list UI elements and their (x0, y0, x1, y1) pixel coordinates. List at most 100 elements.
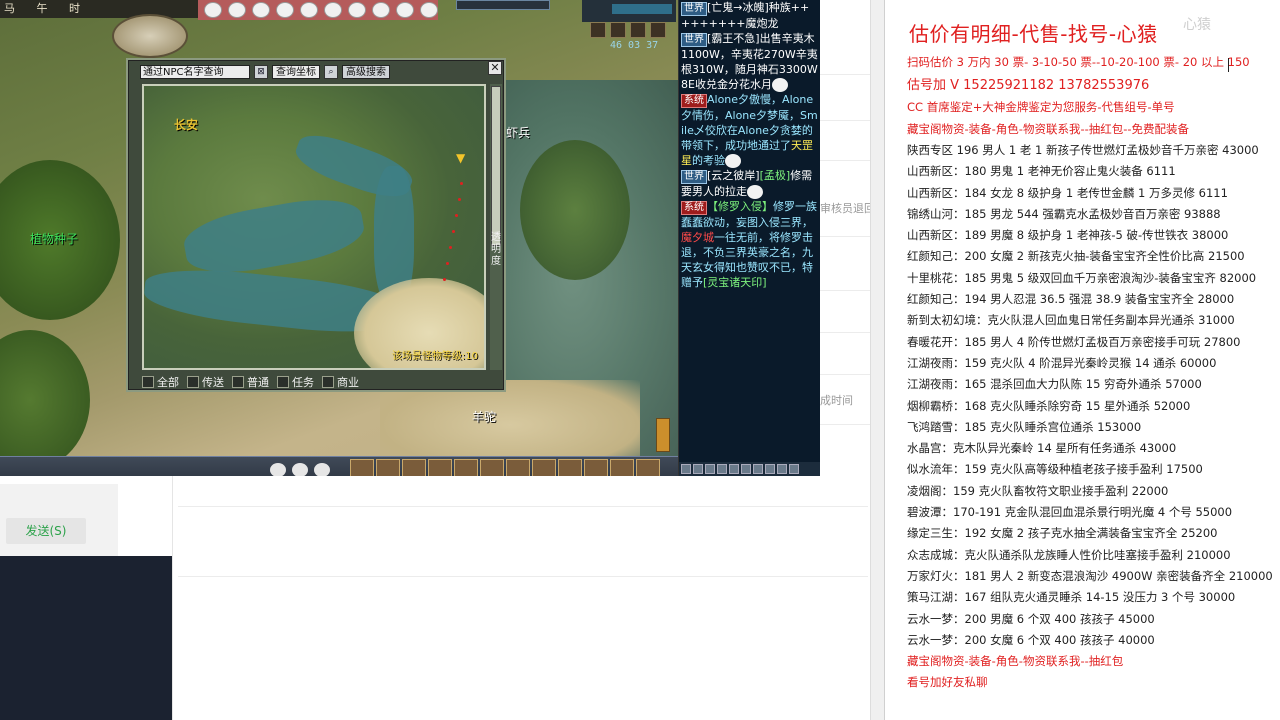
divider (178, 576, 868, 577)
notes-line: 策马江湖：167 组队克火通灵睡杀 14-15 没压力 3 个号 30000 (907, 590, 1236, 605)
search-icon[interactable]: ⊠ (254, 65, 268, 79)
filter-label: 全部 (157, 376, 179, 389)
dark-panel (0, 556, 172, 720)
divider (820, 160, 870, 161)
filter-teleport[interactable]: 传送 (187, 374, 224, 390)
time-column-text: 成时间 (820, 394, 853, 407)
filter-task[interactable]: 任务 (277, 374, 314, 390)
pet-icon[interactable] (372, 2, 390, 18)
reviewer-returned-text: 审核员退回 (820, 202, 875, 215)
buff-icon[interactable] (650, 22, 666, 38)
notes-line: 扫码估价 3 万内 30 票- 3-10-50 票--10-20-100 票- … (907, 55, 1250, 69)
send-button[interactable]: 发送(S) (6, 518, 86, 544)
divider (820, 236, 870, 237)
checkbox-icon[interactable] (142, 376, 154, 388)
filter-business[interactable]: 商业 (322, 374, 359, 390)
path-dot (455, 214, 458, 217)
notes-line: 新到太初幻境：克火队混人回血鬼日常任务副本异光通杀 31000 (907, 313, 1235, 328)
chat-tool-icon[interactable] (765, 464, 775, 474)
chat-tool-icon[interactable] (777, 464, 787, 474)
notes-line: 缘定三生：192 女魔 2 孩子克水抽全满装备宝宝齐全 25200 (907, 526, 1218, 541)
channel-tag[interactable]: 系统 (681, 201, 707, 215)
pet-icon[interactable] (204, 2, 222, 18)
transparency-label[interactable]: 透明度 (490, 232, 502, 268)
filter-all[interactable]: 全部 (142, 374, 179, 390)
pet-icon[interactable] (276, 2, 294, 18)
chat-tool-icon[interactable] (705, 464, 715, 474)
close-icon[interactable]: ✕ (488, 61, 502, 75)
chat-tool-icon[interactable] (729, 464, 739, 474)
notes-line: 水晶宫：克木队异光秦岭 14 星所有任务通杀 43000 (907, 441, 1177, 456)
coord-query-label[interactable]: 查询坐标 (272, 65, 320, 79)
notes-line: 春暖花开：185 男人 4 阶传世燃灯孟极百万亲密接手可玩 27800 (907, 334, 1241, 349)
pet-icon[interactable] (252, 2, 270, 18)
channel-tag[interactable]: 世界 (681, 2, 707, 16)
emote-icon[interactable] (292, 463, 308, 477)
path-dot (452, 230, 455, 233)
page-scrollbar[interactable] (870, 0, 884, 720)
notes-line: 十里桃花：185 男鬼 5 级双回血千万亲密浪淘沙-装备宝宝齐 82000 (907, 270, 1257, 285)
pet-icon[interactable] (324, 2, 342, 18)
npc-search-input[interactable]: 通过NPC名字查询 (140, 65, 250, 79)
buff-icon[interactable] (610, 22, 626, 38)
buff-icons (590, 22, 676, 38)
chat-tool-icon[interactable] (693, 464, 703, 474)
notes-line: 似水流年：159 克火队高等级种植老孩子接手盈利 17500 (907, 462, 1203, 477)
emote-icon[interactable] (270, 463, 286, 477)
chat-tool-icon[interactable] (789, 464, 799, 474)
filter-label: 普通 (247, 376, 269, 389)
map-view[interactable]: 长安 ▼ 该场景怪物等级:10 (142, 84, 486, 370)
health-bar (582, 0, 676, 22)
npc-label-plant-seed[interactable]: 植物种子 (30, 230, 78, 247)
emote-icon[interactable] (314, 463, 330, 477)
pet-icon[interactable] (396, 2, 414, 18)
divider (820, 74, 870, 75)
pet-icon[interactable] (420, 2, 438, 18)
chat-tool-icon[interactable] (681, 464, 691, 474)
chat-text: 【修罗入侵】 (707, 200, 773, 213)
buff-icon[interactable] (590, 22, 606, 38)
notes-line: 红颜知己：194 男人忍混 36.5 强混 38.9 装备宝宝齐全 28000 (907, 292, 1235, 306)
notes-line: 烟柳霸桥：168 克火队睡杀除穷奇 15 星外通杀 52000 (907, 398, 1191, 413)
player-marker-icon: ▼ (456, 151, 466, 165)
river-shape (180, 190, 368, 282)
chat-tool-icon[interactable] (717, 464, 727, 474)
time-char-3: 时 (69, 2, 81, 15)
filter-normal[interactable]: 普通 (232, 374, 269, 390)
notes-line: 凌烟阁：159 克火队畜牧符文职业接手盈利 22000 (907, 483, 1169, 498)
buff-icon[interactable] (630, 22, 646, 38)
chat-text: [灵宝诸天印] (703, 276, 767, 289)
channel-tag[interactable]: 系统 (681, 94, 707, 108)
notes-line: 碧波潭：170-191 克金队混回血混杀景行明光魔 4 个号 55000 (907, 505, 1233, 519)
side-handle[interactable] (656, 418, 670, 452)
search-icon[interactable]: ⌕ (324, 65, 338, 79)
checkbox-icon[interactable] (277, 376, 289, 388)
pet-icon[interactable] (348, 2, 366, 18)
map-scrollbar[interactable] (490, 84, 502, 370)
channel-tag[interactable]: 世界 (681, 170, 707, 184)
npc-label-sheep[interactable]: 羊驼 (472, 408, 496, 425)
game-window[interactable]: 马 午 时 46 03 37 植物种子 虾兵 羊驼 通过NPC名字查询 ⊠ 查询… (0, 0, 678, 484)
checkbox-icon[interactable] (232, 376, 244, 388)
chat-panel[interactable]: 世界 [亡鬼→冰魄]种族+++++++++魔炮龙 世界 [霸王不急]出售辛夷木1100… (678, 0, 820, 476)
chat-tool-icon[interactable] (741, 464, 751, 474)
send-panel: 发送(S) (0, 484, 118, 556)
checkbox-icon[interactable] (187, 376, 199, 388)
minimap-compass[interactable] (112, 14, 188, 58)
map-city-label[interactable]: 长安 (174, 116, 198, 133)
chat-text: 8E收兑金分花水月 (681, 78, 772, 91)
chat-message: 系统 Alone夕傲慢，Alone夕情伤，Alone夕梦魇，Smile乄佼欣在Al… (679, 92, 820, 168)
path-dot (446, 262, 449, 265)
npc-label-shrimp-soldier[interactable]: 虾兵 (506, 124, 530, 141)
channel-tag[interactable]: 世界 (681, 33, 707, 47)
pet-icon[interactable] (300, 2, 318, 18)
notes-document[interactable]: 估价有明细-代售-找号-心猿 心猿 扫码估价 3 万内 30 票- 3-10-5… (884, 0, 1280, 720)
filter-label: 任务 (292, 376, 314, 389)
path-dot (449, 246, 452, 249)
advanced-search-button[interactable]: 高级搜索 (342, 65, 390, 79)
checkbox-icon[interactable] (322, 376, 334, 388)
chat-tool-icon[interactable] (753, 464, 763, 474)
scroll-thumb[interactable] (491, 86, 501, 246)
pet-icon[interactable] (228, 2, 246, 18)
filter-label: 传送 (202, 376, 224, 389)
